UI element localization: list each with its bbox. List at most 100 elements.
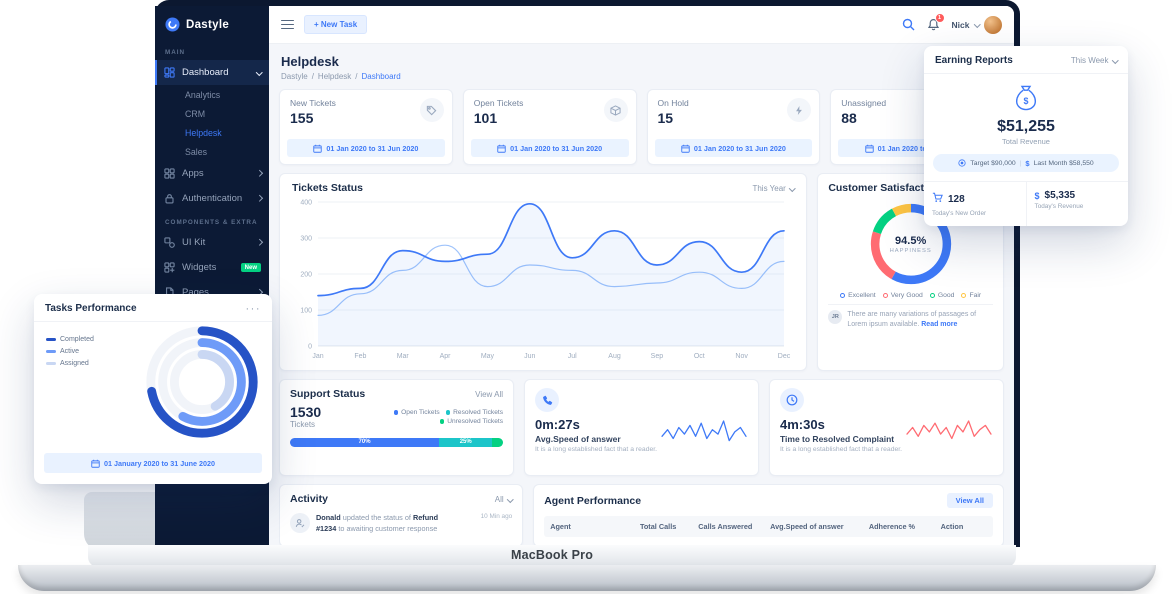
- read-more-link[interactable]: Read more: [921, 321, 957, 328]
- new-task-button[interactable]: + New Task: [304, 15, 367, 34]
- avatar[interactable]: [984, 16, 1002, 34]
- app-logo[interactable]: Dastyle: [155, 6, 269, 41]
- laptop-base-bottom: [18, 565, 1156, 591]
- agent-table-header: AgentTotal CallsCalls AnsweredAvg.Speed …: [544, 516, 993, 537]
- resolve-time-sparkline: [905, 416, 993, 453]
- x-tick-label: Oct: [694, 353, 705, 360]
- agent-column-agent: Agent: [544, 516, 634, 537]
- legend-item-resolved[interactable]: Resolved Tickets: [446, 409, 503, 416]
- legend-item-active[interactable]: Active: [46, 348, 94, 355]
- date-range-button[interactable]: 01 Jan 2020 to 31 Jun 2020: [287, 139, 445, 157]
- earning-reports-card: Earning Reports This Week $ $51,255 Tota…: [924, 46, 1128, 226]
- x-tick-label: Jan: [312, 353, 323, 360]
- activity-filter-dropdown[interactable]: All: [495, 495, 512, 504]
- legend-swatch: [46, 350, 56, 354]
- menu-toggle-icon[interactable]: [281, 17, 294, 31]
- tickets-status-card: Tickets Status This Year 4003002001000Ja…: [279, 173, 807, 371]
- lock-icon: [163, 193, 176, 204]
- tasks-legend: Completed Active Assigned: [46, 336, 94, 372]
- sidebar-item-label: Analytics: [185, 90, 220, 100]
- legend-label: Completed: [60, 336, 94, 343]
- avatar-initials: JR: [828, 310, 842, 324]
- y-tick-label: 400: [300, 200, 312, 207]
- laptop-screen: Dastyle MAIN Dashboard Analytics CRM Hel…: [155, 0, 1020, 547]
- legend-item-very-good[interactable]: Very Good: [883, 292, 923, 299]
- calendar-icon: [91, 459, 100, 468]
- tasks-date-range-button[interactable]: 01 January 2020 to 31 June 2020: [44, 453, 262, 473]
- topbar: + New Task 1 Nick: [269, 6, 1014, 44]
- sidebar-item-label: Dashboard: [182, 67, 228, 78]
- sidebar-item-apps[interactable]: Apps: [155, 161, 269, 186]
- todays-new-order-cell: 128 Today's New Order: [924, 182, 1027, 226]
- x-tick-label: Jun: [524, 353, 535, 360]
- earning-filter-dropdown[interactable]: This Week: [1071, 56, 1117, 65]
- support-progress-bar: 70%25%: [290, 438, 503, 447]
- sidebar-item-label: UI Kit: [182, 237, 205, 248]
- sidebar-item-authentication[interactable]: Authentication: [155, 186, 269, 211]
- date-range-text: 01 Jan 2020 to 31 Jun 2020: [326, 144, 418, 153]
- dashboard-icon: [163, 67, 176, 78]
- y-tick-label: 0: [308, 344, 312, 351]
- total-revenue-label: Total Revenue: [924, 137, 1128, 146]
- clock-icon: [780, 388, 804, 412]
- legend-item-excellent[interactable]: Excellent: [840, 292, 876, 299]
- sidebar-item-sales[interactable]: Sales: [155, 142, 269, 161]
- card-title: Earning Reports: [935, 55, 1013, 66]
- activity-action: updated the status of: [343, 513, 411, 522]
- sparkline-path: [907, 421, 991, 439]
- sidebar-item-crm[interactable]: CRM: [155, 104, 269, 123]
- today-revenue-value: $5,335: [1045, 190, 1076, 201]
- content-area: Helpdesk Dastyle / Helpdesk / Dashboard: [269, 44, 1014, 547]
- legend-item-good[interactable]: Good: [930, 292, 955, 299]
- breadcrumb-mid[interactable]: Helpdesk: [318, 72, 351, 81]
- search-icon[interactable]: [902, 18, 915, 31]
- agent-column-adherence-: Adherence %: [863, 516, 935, 537]
- x-tick-label: Dec: [778, 353, 791, 360]
- sidebar-item-label: Helpdesk: [185, 128, 222, 138]
- sidebar-item-widgets[interactable]: Widgets New: [155, 255, 269, 280]
- bar-segment-unresolved-tickets: [492, 438, 503, 447]
- agents-view-all-button[interactable]: View All: [947, 493, 993, 508]
- sidebar-item-helpdesk[interactable]: Helpdesk: [155, 123, 269, 142]
- legend-item-fair[interactable]: Fair: [961, 292, 981, 299]
- svg-text:$: $: [1024, 96, 1029, 106]
- more-options-icon[interactable]: ···: [246, 306, 262, 312]
- cart-icon: [932, 190, 943, 208]
- legend-item-assigned[interactable]: Assigned: [46, 360, 94, 367]
- support-view-all-link[interactable]: View All: [475, 390, 503, 399]
- notifications-bell-icon[interactable]: 1: [927, 18, 940, 31]
- legend-label: Unresolved Tickets: [447, 418, 503, 425]
- card-title: Activity: [290, 493, 328, 505]
- tickets-filter-dropdown[interactable]: This Year: [752, 184, 794, 193]
- sparkline-svg: [660, 416, 748, 448]
- legend-dot: [394, 410, 399, 415]
- bar-segment-open-tickets: 70%: [290, 438, 439, 447]
- stat-card-on-hold: On Hold 15 01 Jan 2020 to 31 Jun 2020: [647, 89, 821, 165]
- breadcrumb-separator: /: [312, 72, 314, 81]
- sidebar-heading-components: COMPONENTS & EXTRA: [165, 219, 259, 226]
- date-range-button[interactable]: 01 Jan 2020 to 31 Jun 2020: [655, 139, 813, 157]
- x-tick-label: Jul: [568, 353, 577, 360]
- sidebar-item-analytics[interactable]: Analytics: [155, 85, 269, 104]
- sparkline-svg: [905, 416, 993, 448]
- filter-value: All: [495, 495, 504, 504]
- legend-label: Very Good: [891, 292, 923, 299]
- breadcrumb-root[interactable]: Dastyle: [281, 72, 308, 81]
- legend-item-unresolved[interactable]: Unresolved Tickets: [440, 418, 503, 425]
- calendar-icon: [313, 144, 322, 153]
- activity-item[interactable]: Donald updated the status of Refund #123…: [290, 513, 512, 535]
- sidebar-item-dashboard[interactable]: Dashboard: [155, 60, 269, 85]
- logo-icon: [165, 17, 180, 32]
- legend-item-completed[interactable]: Completed: [46, 336, 94, 343]
- legend-dot: [446, 410, 451, 415]
- user-menu[interactable]: Nick: [952, 16, 1002, 34]
- apps-icon: [163, 168, 176, 179]
- bar-segment-resolved-tickets: 25%: [439, 438, 492, 447]
- mid-row: Support Status View All 1530 Tickets Ope…: [279, 379, 1004, 476]
- legend-item-open[interactable]: Open Tickets: [394, 409, 440, 416]
- date-range-button[interactable]: 01 Jan 2020 to 31 Jun 2020: [471, 139, 629, 157]
- bottom-row: Activity All: [279, 484, 1004, 547]
- sidebar-item-ui-kit[interactable]: UI Kit: [155, 230, 269, 255]
- page-title: Helpdesk: [281, 54, 1002, 69]
- target-text: Target $90,000: [970, 160, 1015, 167]
